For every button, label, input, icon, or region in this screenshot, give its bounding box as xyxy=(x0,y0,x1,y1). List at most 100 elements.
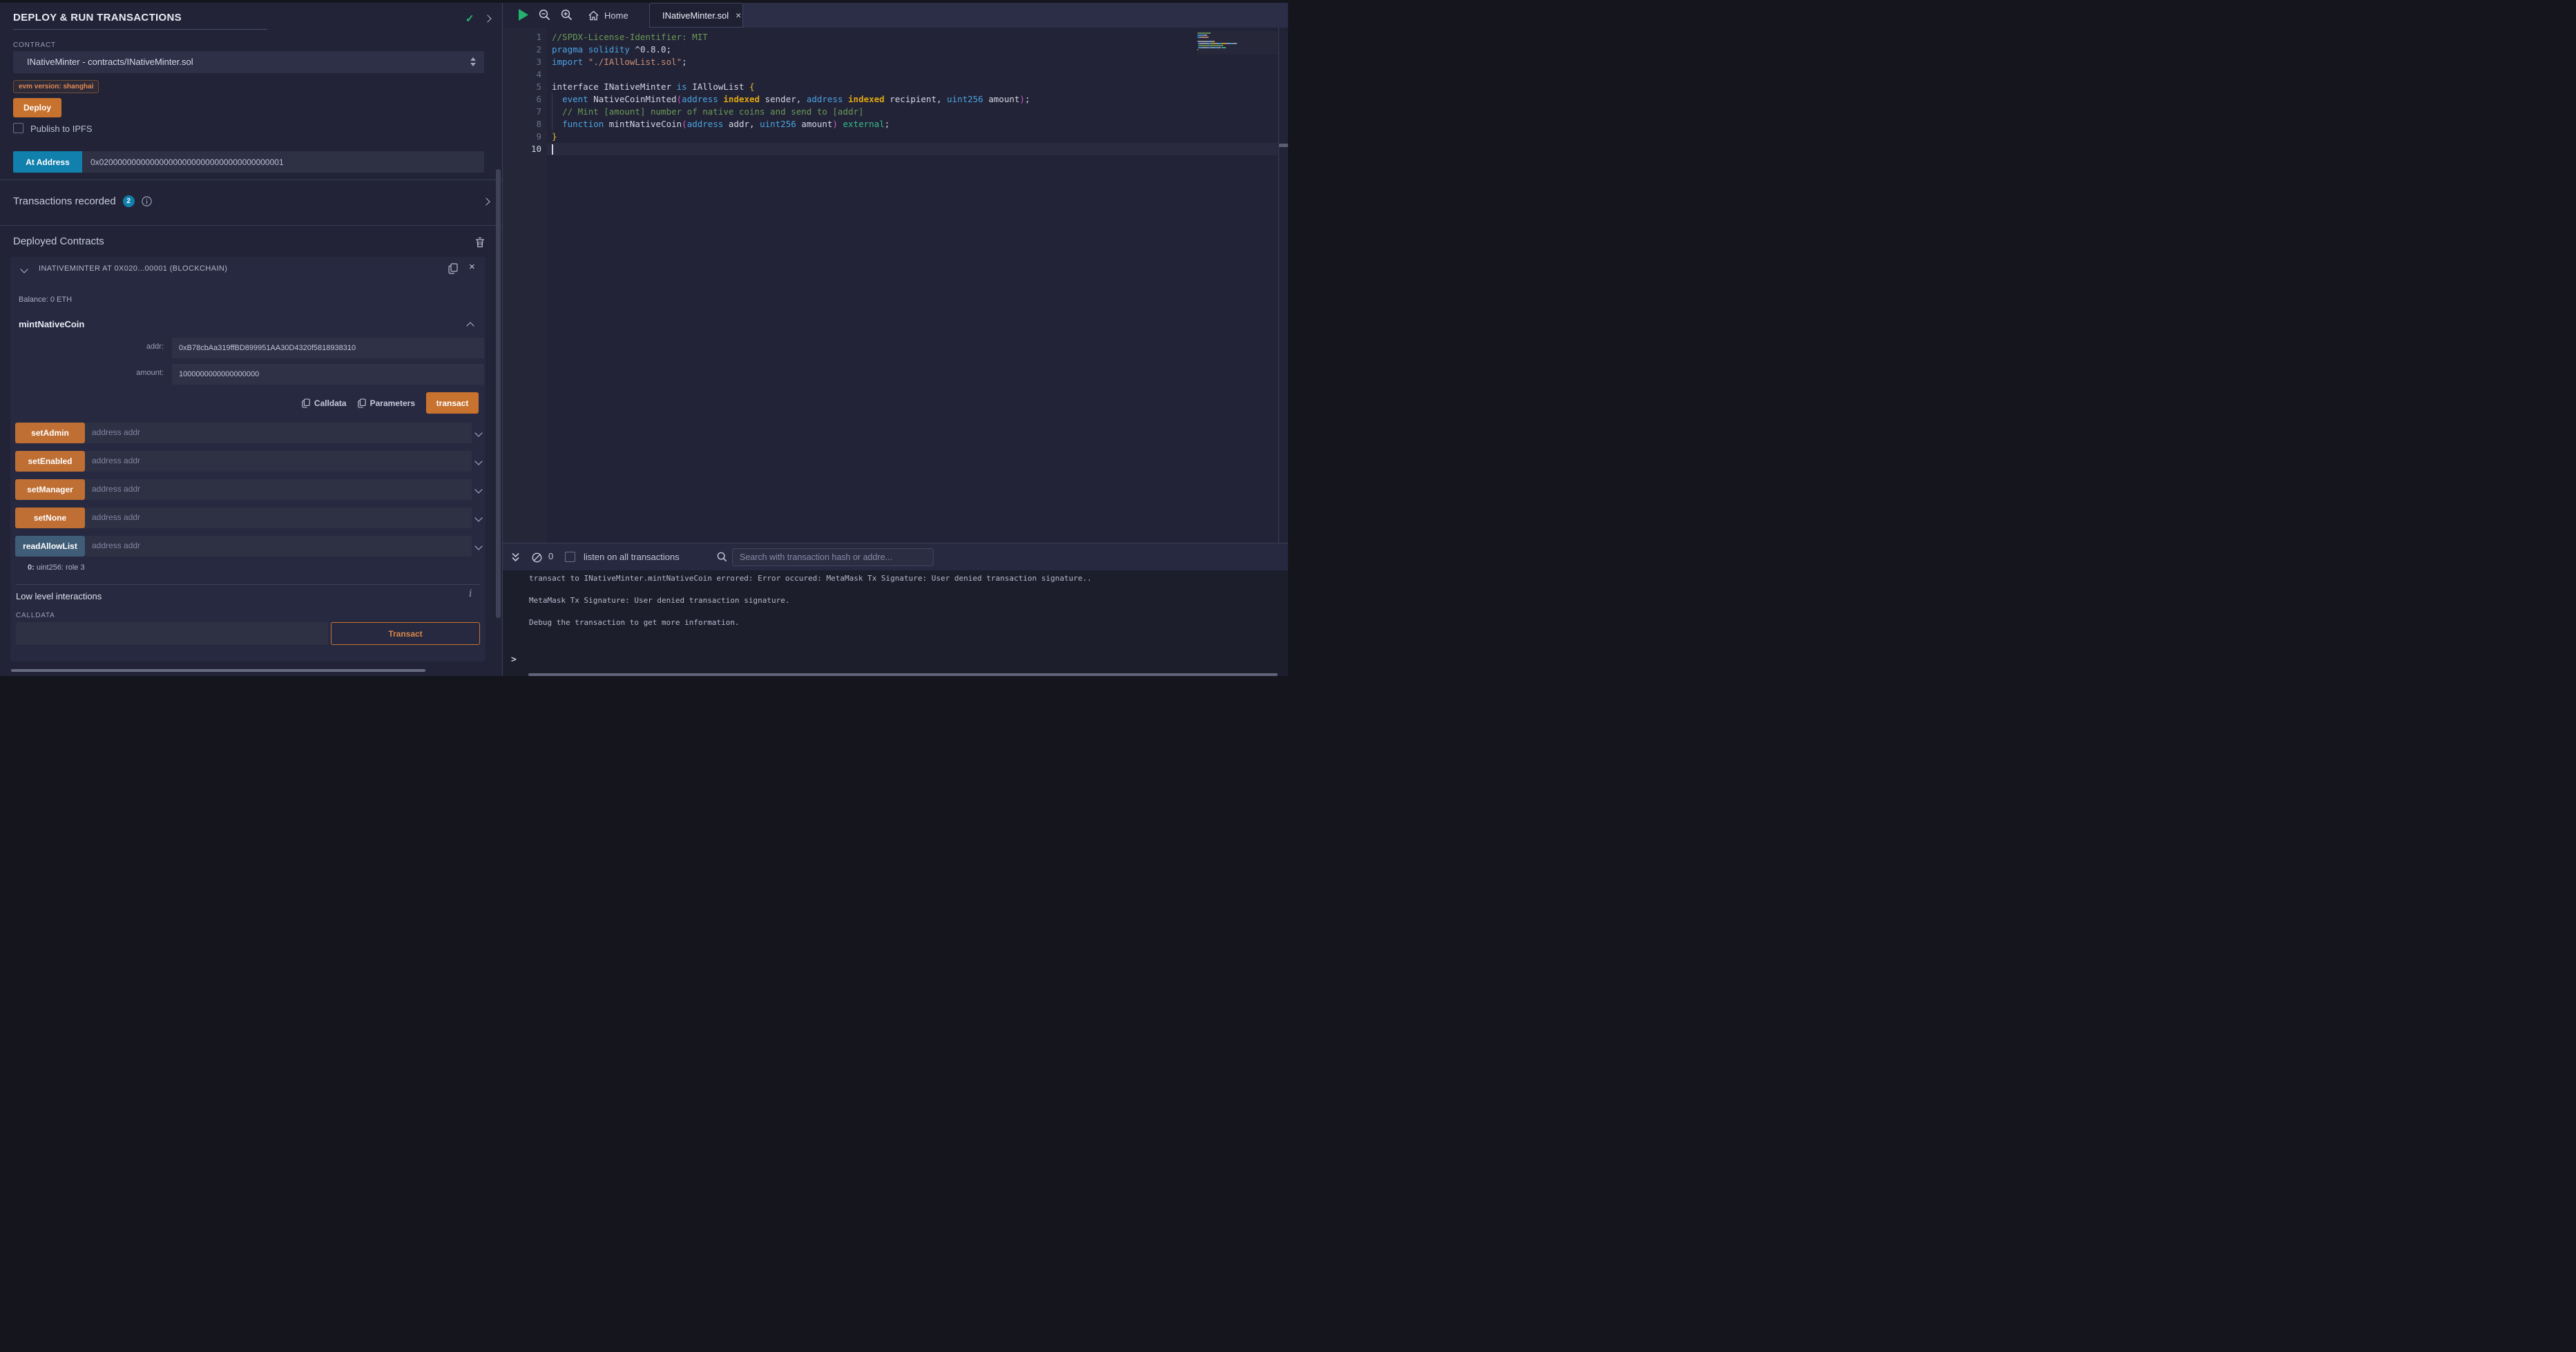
function-arg-input-setNone[interactable] xyxy=(85,508,472,528)
low-level-title: Low level interactions xyxy=(16,591,102,601)
run-script-play-icon[interactable] xyxy=(518,9,528,21)
transact-button[interactable]: transact xyxy=(426,392,479,414)
instance-balance: Balance: 0 ETH xyxy=(19,296,72,304)
function-expand-chevron-icon[interactable] xyxy=(474,514,482,521)
minimap-divider xyxy=(1278,28,1279,543)
function-expand-chevron-icon[interactable] xyxy=(474,429,482,436)
editor-cursor xyxy=(552,144,553,155)
tab-strip-background xyxy=(743,3,1288,28)
minimap-line xyxy=(1198,35,1278,36)
code-line[interactable]: 2pragma solidity ^0.8.0; xyxy=(503,44,1193,56)
terminal-search-input[interactable] xyxy=(732,548,934,566)
function-button-readAllowList[interactable]: readAllowList xyxy=(15,536,85,557)
line-number: 9 xyxy=(503,131,541,143)
code-line[interactable]: 9} xyxy=(503,131,1193,143)
function-expand-chevron-icon[interactable] xyxy=(474,457,482,465)
code-line[interactable]: 6 event NativeCoinMinted(address indexed… xyxy=(503,93,1193,106)
terminal-horizontal-scrollbar[interactable] xyxy=(528,673,1278,676)
tab-home[interactable]: Home xyxy=(583,3,634,28)
terminal-prompt[interactable]: > xyxy=(511,655,517,665)
code-line[interactable]: 1//SPDX-License-Identifier: MIT xyxy=(503,31,1193,44)
terminal-content[interactable]: transact to INativeMinter.mintNativeCoin… xyxy=(503,570,1288,676)
home-tab-label: Home xyxy=(604,10,628,21)
line-number: 4 xyxy=(503,68,541,81)
function-expand-chevron-icon[interactable] xyxy=(474,542,482,550)
clear-instances-trash-icon[interactable] xyxy=(475,237,485,248)
terminal-search-icon xyxy=(717,552,727,562)
function-button-setEnabled[interactable]: setEnabled xyxy=(15,451,85,472)
function-button-setNone[interactable]: setNone xyxy=(15,508,85,528)
terminal-collapse-double-chevron-icon[interactable] xyxy=(511,552,520,562)
instance-header: INATIVEMINTER AT 0X020...00001 (BLOCKCHA… xyxy=(39,264,227,273)
minimap-line xyxy=(1198,51,1278,52)
zoom-in-icon[interactable] xyxy=(561,9,573,21)
transactions-recorded-row[interactable]: Transactions recorded 2 xyxy=(13,195,152,207)
terminal-logs: transact to INativeMinter.mintNativeCoin… xyxy=(529,573,1092,639)
function-button-setAdmin[interactable]: setAdmin xyxy=(15,423,85,443)
function-button-setManager[interactable]: setManager xyxy=(15,479,85,500)
tab-active-file[interactable]: INativeMinter.sol × xyxy=(649,3,743,28)
code-line[interactable]: 7 // Mint [amount] number of native coin… xyxy=(503,106,1193,118)
copy-address-icon[interactable] xyxy=(448,263,458,274)
parameters-copy-label: Parameters xyxy=(370,398,415,408)
tab-close-icon[interactable]: × xyxy=(736,10,741,21)
code-line[interactable]: 8 function mintNativeCoin(address addr, … xyxy=(503,118,1193,131)
param-amount-input[interactable] xyxy=(172,364,484,385)
evm-version-badge: evm version: shanghai xyxy=(13,80,99,93)
at-address-button[interactable]: At Address xyxy=(13,151,82,173)
instance-collapse-chevron-icon[interactable] xyxy=(20,265,28,273)
code-editor[interactable]: 1//SPDX-License-Identifier: MIT2pragma s… xyxy=(503,28,1288,543)
editor-minimap[interactable] xyxy=(1198,31,1278,55)
low-level-transact-button[interactable]: Transact xyxy=(331,622,480,645)
listen-transactions-checkbox[interactable] xyxy=(565,552,575,562)
zoom-out-icon[interactable] xyxy=(539,9,550,21)
minimap-line xyxy=(1198,37,1278,38)
function-arg-input-readAllowList[interactable] xyxy=(85,536,472,557)
param-addr-input[interactable] xyxy=(172,338,484,358)
code-line[interactable]: 5interface INativeMinter is IAllowList { xyxy=(503,81,1193,93)
panel-title: DEPLOY & RUN TRANSACTIONS xyxy=(13,12,182,23)
editor-scrollbar-mark[interactable] xyxy=(1279,144,1288,147)
title-underline xyxy=(13,29,267,30)
copy-parameters-button[interactable]: Parameters xyxy=(358,398,415,408)
call-output-index: 0: xyxy=(28,563,35,572)
function-action-row: Calldata Parameters transact xyxy=(302,392,479,414)
contract-select-value: INativeMinter - contracts/INativeMinter.… xyxy=(27,51,193,73)
function-arg-input-setAdmin[interactable] xyxy=(85,423,472,443)
code-lines: 1//SPDX-License-Identifier: MIT2pragma s… xyxy=(503,31,1193,155)
param-label: addr: xyxy=(10,342,164,351)
terminal-log-line: transact to INativeMinter.mintNativeCoin… xyxy=(529,573,1092,584)
home-icon xyxy=(588,10,599,21)
panel-collapse-chevron-icon[interactable] xyxy=(483,15,491,22)
code-line[interactable]: 10 xyxy=(503,143,1193,155)
contract-label: CONTRACT xyxy=(13,41,56,49)
remove-instance-close-icon[interactable]: × xyxy=(469,261,475,273)
transactions-count-badge: 2 xyxy=(123,195,135,207)
function-collapse-chevron-icon[interactable] xyxy=(466,322,474,329)
transactions-expand-chevron-icon[interactable] xyxy=(482,197,490,205)
panel-horizontal-scrollbar[interactable] xyxy=(11,669,425,672)
panel-vertical-scrollbar[interactable] xyxy=(496,169,501,618)
low-level-calldata-input[interactable] xyxy=(16,622,328,645)
line-number: 6 xyxy=(503,93,541,106)
function-arg-input-setEnabled[interactable] xyxy=(85,451,472,472)
clear-console-icon[interactable] xyxy=(532,552,542,563)
function-expand-chevron-icon[interactable] xyxy=(474,485,482,493)
code-line[interactable]: 4 xyxy=(503,68,1193,81)
line-number: 1 xyxy=(503,31,541,44)
copy-calldata-button[interactable]: Calldata xyxy=(302,398,347,408)
info-circle-icon xyxy=(142,196,152,206)
calldata-section-label: CALLDATA xyxy=(16,612,55,619)
transactions-recorded-label: Transactions recorded xyxy=(13,195,116,207)
low-level-info-icon[interactable]: i xyxy=(469,588,472,599)
select-arrows-icon xyxy=(470,57,476,66)
function-arg-input-setManager[interactable] xyxy=(85,479,472,500)
at-address-input[interactable] xyxy=(82,151,484,173)
compile-success-check-icon: ✓ xyxy=(465,12,474,25)
publish-ipfs-checkbox[interactable] xyxy=(13,123,23,133)
contract-select[interactable]: INativeMinter - contracts/INativeMinter.… xyxy=(13,51,484,73)
code-line[interactable]: 3import "./IAllowList.sol"; xyxy=(503,56,1193,68)
minimap-line xyxy=(1198,43,1278,44)
deploy-button[interactable]: Deploy xyxy=(13,98,61,117)
function-row: setAdmin xyxy=(10,423,486,443)
